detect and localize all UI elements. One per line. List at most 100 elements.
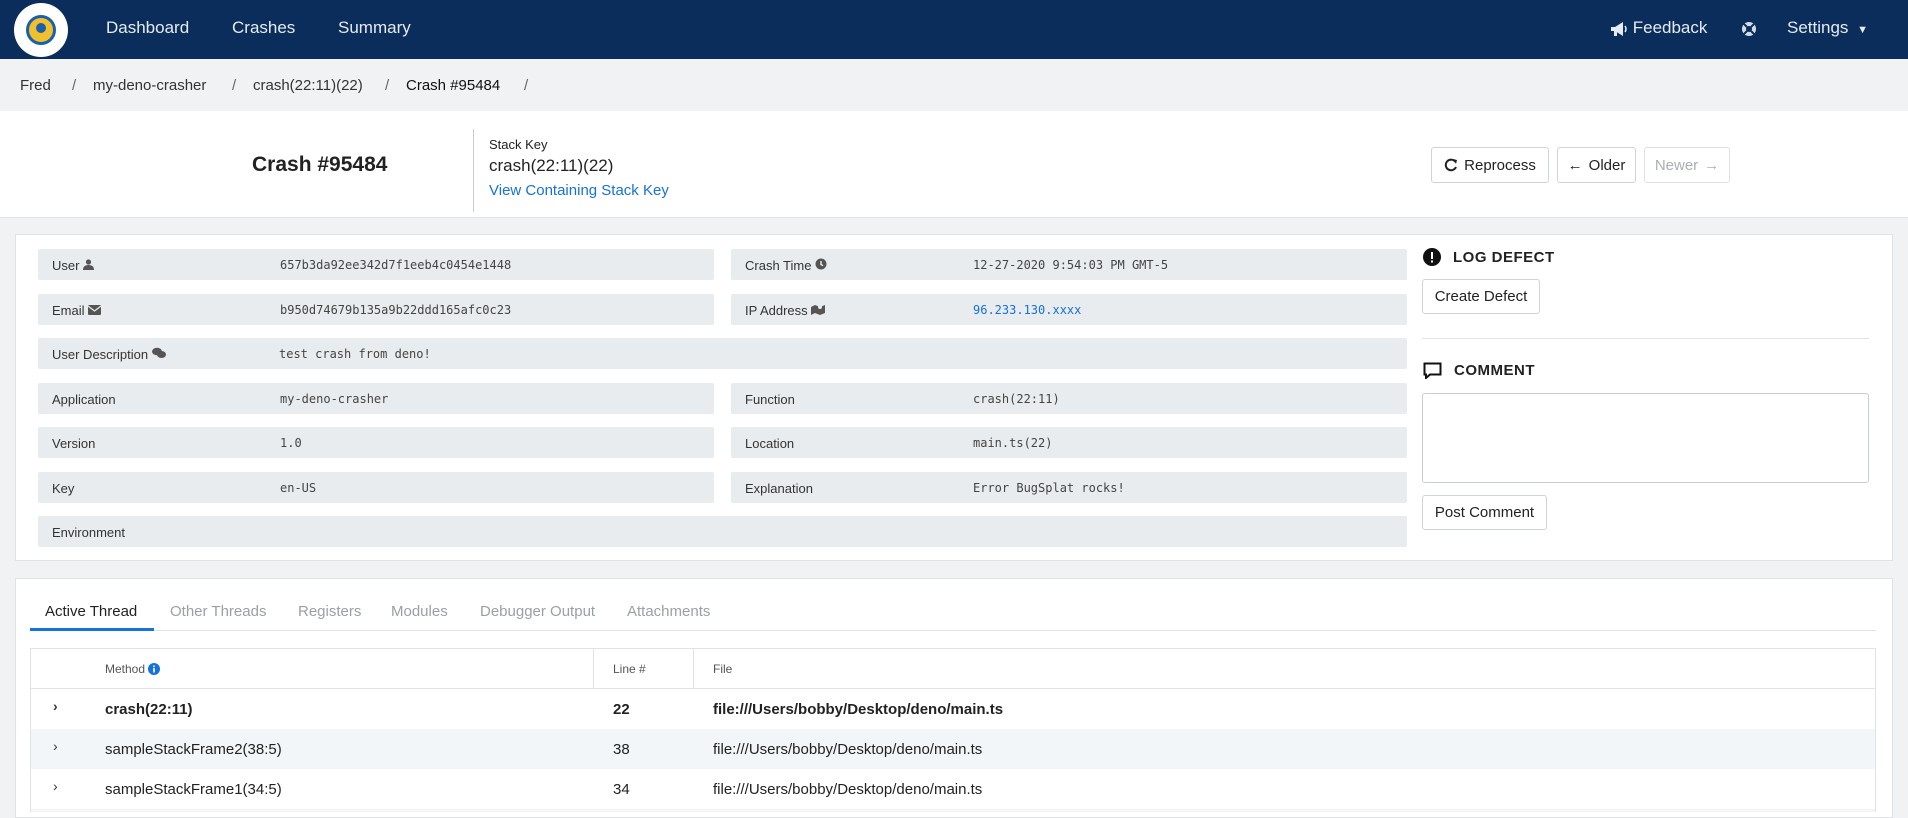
table-row[interactable]: › crash(22:11) 22 file:///Users/bobby/De… [31,689,1875,729]
nav-dashboard[interactable]: Dashboard [106,18,189,38]
explanation-label: Explanation [745,481,813,496]
nav-summary[interactable]: Summary [338,18,411,38]
breadcrumb-stack-key[interactable]: crash(22:11)(22) [253,77,363,94]
view-stack-key-link[interactable]: View Containing Stack Key [489,182,669,199]
user-description-label: User Description [52,347,166,362]
comment-icon [1423,362,1442,379]
key-value: en-US [280,481,317,495]
stack-frames-table: Method Line # File › crash(22:11) 22 fil… [30,648,1876,812]
location-row: Location main.ts(22) [731,427,1407,458]
file-cell: file:///Users/bobby/Desktop/deno/main.ts [713,781,983,798]
user-label: User [52,258,95,273]
key-row: Key en-US [38,472,714,503]
help-lifering-icon[interactable] [1741,21,1757,37]
breadcrumb-current: Crash #95484 [406,77,501,94]
breadcrumb: Fred / my-deno-crasher / crash(22:11)(22… [0,59,1908,111]
application-row: Application my-deno-crasher [38,383,714,414]
email-row: Email b950d74679b135a9b22ddd165afc0c23 [38,294,714,325]
refresh-icon [1444,158,1458,172]
create-defect-button[interactable]: Create Defect [1422,279,1540,314]
page-title: Crash #95484 [252,153,388,176]
function-value: crash(22:11) [973,392,1060,406]
info-icon[interactable] [148,663,161,675]
tab-active-thread[interactable]: Active Thread [45,603,137,620]
ip-label: IP Address [745,303,826,318]
newer-button[interactable]: Newer → [1644,147,1730,183]
line-cell: 38 [613,741,630,758]
email-value: b950d74679b135a9b22ddd165afc0c23 [280,303,512,317]
caret-down-icon: ▼ [1857,24,1869,36]
settings-dropdown[interactable]: Settings ▼ [1787,18,1868,38]
crash-time-value: 12-27-2020 9:54:03 PM GMT-5 [973,258,1169,272]
file-cell: file:///Users/bobby/Desktop/deno/main.ts [713,741,983,758]
chevron-right-icon[interactable]: › [53,778,58,794]
tab-attachments[interactable]: Attachments [627,603,710,620]
user-row: User 657b3da92ee342d7f1eeb4c0454e1448 [38,249,714,280]
method-cell: crash(22:11) [105,701,193,718]
reprocess-button[interactable]: Reprocess [1431,147,1549,183]
exclamation-circle-icon [1423,248,1441,266]
method-cell: sampleStackFrame1(34:5) [105,781,282,798]
settings-label: Settings [1787,18,1849,37]
stack-key-value: crash(22:11)(22) [489,156,614,175]
application-value: my-deno-crasher [280,392,389,406]
tab-modules[interactable]: Modules [391,603,448,620]
table-row[interactable]: › sampleStackFrame2(38:5) 38 file:///Use… [31,729,1875,769]
key-label: Key [52,481,75,496]
user-value: 657b3da92ee342d7f1eeb4c0454e1448 [280,258,512,272]
envelope-icon [87,305,102,315]
explanation-row: Explanation Error BugSplat rocks! [731,472,1407,503]
breadcrumb-user[interactable]: Fred [20,77,51,94]
file-header: File [713,662,733,676]
active-tab-indicator [30,628,154,631]
log-defect-label: LOG DEFECT [1453,248,1555,266]
email-label: Email [52,303,102,318]
ip-value-link[interactable]: 96.233.130.xxxx [973,303,1081,317]
function-label: Function [745,392,795,407]
user-description-row: User Description test crash from deno! [38,338,1407,369]
table-row[interactable]: › sampleStackFrame1(34:5) 34 file:///Use… [31,769,1875,809]
breadcrumb-database[interactable]: my-deno-crasher [93,77,206,94]
comment-label: COMMENT [1454,362,1535,379]
post-comment-label: Post Comment [1434,504,1535,521]
nav-crashes[interactable]: Crashes [232,18,295,38]
version-label: Version [52,436,96,451]
line-header: Line # [613,662,646,676]
older-button[interactable]: ← Older [1557,147,1636,183]
clock-icon [815,258,827,270]
crash-header: Crash #95484 Stack Key crash(22:11)(22) … [0,111,1908,218]
megaphone-icon [1611,21,1627,36]
application-label: Application [52,392,116,407]
explanation-value: Error BugSplat rocks! [973,481,1125,495]
post-comment-button[interactable]: Post Comment [1422,495,1547,530]
older-label: Older [1588,156,1626,174]
chevron-right-icon[interactable]: › [53,738,58,754]
feedback-label: Feedback [1632,18,1708,37]
method-cell: sampleStackFrame2(38:5) [105,741,282,758]
crash-time-row: Crash Time 12-27-2020 9:54:03 PM GMT-5 [731,249,1407,280]
map-marker-icon [811,305,826,315]
line-cell: 34 [613,781,630,798]
comment-heading: COMMENT [1423,362,1535,379]
location-value: main.ts(22) [973,436,1053,450]
divider [1422,338,1869,339]
feedback-link[interactable]: Feedback [1610,18,1707,38]
ip-row: IP Address 96.233.130.xxxx [731,294,1407,325]
method-header: Method [105,662,161,676]
tab-registers[interactable]: Registers [298,603,361,620]
location-label: Location [745,436,795,451]
comments-icon [151,347,166,358]
version-row: Version 1.0 [38,427,714,458]
newer-label: Newer [1654,156,1699,174]
version-value: 1.0 [280,436,302,450]
bugsplat-logo[interactable] [14,3,68,57]
chevron-right-icon[interactable]: › [53,698,58,714]
environment-row: Environment [38,516,1407,547]
table-header: Method Line # File [31,649,1875,689]
top-navbar: Dashboard Crashes Summary Feedback Setti… [0,0,1908,59]
tab-other-threads[interactable]: Other Threads [170,603,266,620]
tab-debugger-output[interactable]: Debugger Output [480,603,595,620]
reprocess-label: Reprocess [1464,156,1536,174]
line-cell: 22 [613,701,630,718]
comment-textarea[interactable] [1422,393,1869,483]
